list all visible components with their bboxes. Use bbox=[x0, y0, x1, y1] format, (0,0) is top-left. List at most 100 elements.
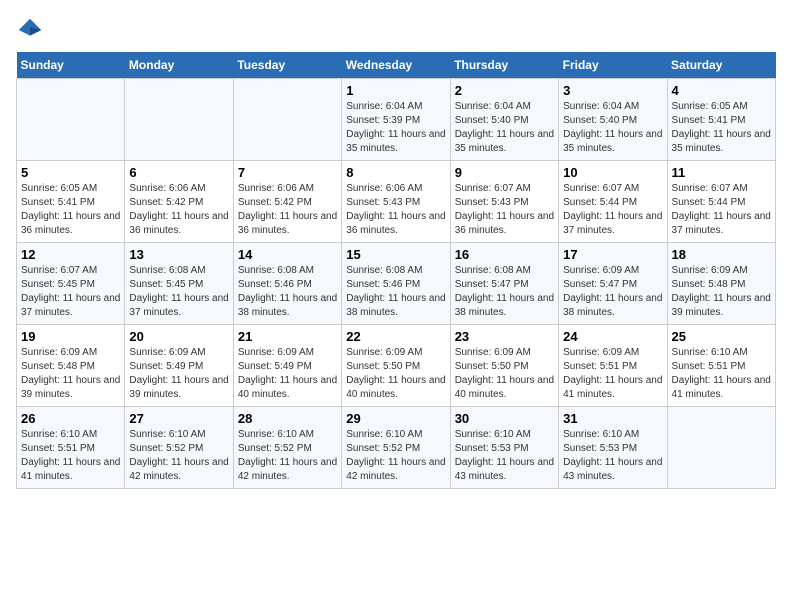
calendar-cell bbox=[233, 79, 341, 161]
day-info: Sunrise: 6:10 AMSunset: 5:52 PMDaylight:… bbox=[346, 428, 445, 484]
day-info: Sunrise: 6:06 AMSunset: 5:42 PMDaylight:… bbox=[129, 182, 228, 238]
calendar-cell: 16 Sunrise: 6:08 AMSunset: 5:47 PMDayligh… bbox=[450, 243, 558, 325]
calendar-cell: 31 Sunrise: 6:10 AMSunset: 5:53 PMDayligh… bbox=[559, 407, 667, 489]
logo-icon bbox=[16, 16, 44, 44]
calendar-cell: 19Sunrise: 6:09 AMSunset: 5:48 PMDayligh… bbox=[17, 325, 125, 407]
day-number: 24 bbox=[563, 329, 662, 344]
day-number: 12 bbox=[21, 247, 120, 262]
calendar-cell bbox=[17, 79, 125, 161]
day-header-saturday: Saturday bbox=[667, 52, 775, 79]
day-info: Sunrise: 6:07 AMSunset: 5:43 PMDaylight:… bbox=[455, 182, 554, 238]
day-info: Sunrise: 6:10 AMSunset: 5:53 PMDaylight:… bbox=[563, 428, 662, 484]
day-header-friday: Friday bbox=[559, 52, 667, 79]
calendar-cell: 6Sunrise: 6:06 AMSunset: 5:42 PMDaylight… bbox=[125, 161, 233, 243]
day-info: Sunrise: 6:07 AMSunset: 5:44 PMDaylight:… bbox=[563, 182, 662, 238]
day-info: Sunrise: 6:08 AMSunset: 5:46 PMDaylight:… bbox=[238, 264, 337, 320]
calendar-cell: 21Sunrise: 6:09 AMSunset: 5:49 PMDayligh… bbox=[233, 325, 341, 407]
day-number: 29 bbox=[346, 411, 445, 426]
calendar-table: SundayMondayTuesdayWednesdayThursdayFrid… bbox=[16, 52, 776, 489]
calendar-cell: 15 Sunrise: 6:08 AMSunset: 5:46 PMDayligh… bbox=[342, 243, 450, 325]
day-number: 25 bbox=[672, 329, 771, 344]
calendar-cell: 28Sunrise: 6:10 AMSunset: 5:52 PMDayligh… bbox=[233, 407, 341, 489]
day-header-thursday: Thursday bbox=[450, 52, 558, 79]
day-number: 21 bbox=[238, 329, 337, 344]
calendar-week-1: 1 Sunrise: 6:04 AMSunset: 5:39 PMDaylight… bbox=[17, 79, 776, 161]
calendar-cell: 4Sunrise: 6:05 AMSunset: 5:41 PMDaylight… bbox=[667, 79, 775, 161]
calendar-cell: 29 Sunrise: 6:10 AMSunset: 5:52 PMDayligh… bbox=[342, 407, 450, 489]
day-number: 16 bbox=[455, 247, 554, 262]
day-info: Sunrise: 6:09 AMSunset: 5:49 PMDaylight:… bbox=[129, 346, 228, 402]
day-info: Sunrise: 6:08 AMSunset: 5:45 PMDaylight:… bbox=[129, 264, 228, 320]
day-number: 22 bbox=[346, 329, 445, 344]
day-number: 8 bbox=[346, 165, 445, 180]
calendar-cell: 5 Sunrise: 6:05 AMSunset: 5:41 PMDaylight… bbox=[17, 161, 125, 243]
calendar-cell: 25 Sunrise: 6:10 AMSunset: 5:51 PMDayligh… bbox=[667, 325, 775, 407]
calendar-cell: 23Sunrise: 6:09 AMSunset: 5:50 PMDayligh… bbox=[450, 325, 558, 407]
day-number: 14 bbox=[238, 247, 337, 262]
calendar-cell: 13 Sunrise: 6:08 AMSunset: 5:45 PMDayligh… bbox=[125, 243, 233, 325]
calendar-cell: 30 Sunrise: 6:10 AMSunset: 5:53 PMDayligh… bbox=[450, 407, 558, 489]
day-info: Sunrise: 6:10 AMSunset: 5:52 PMDaylight:… bbox=[129, 428, 228, 484]
day-number: 18 bbox=[672, 247, 771, 262]
day-number: 4 bbox=[672, 83, 771, 98]
calendar-cell: 22Sunrise: 6:09 AMSunset: 5:50 PMDayligh… bbox=[342, 325, 450, 407]
day-info: Sunrise: 6:09 AMSunset: 5:51 PMDaylight:… bbox=[563, 346, 662, 402]
calendar-cell: 24 Sunrise: 6:09 AMSunset: 5:51 PMDayligh… bbox=[559, 325, 667, 407]
calendar-week-5: 26 Sunrise: 6:10 AMSunset: 5:51 PMDayligh… bbox=[17, 407, 776, 489]
day-info: Sunrise: 6:08 AMSunset: 5:47 PMDaylight:… bbox=[455, 264, 554, 320]
day-header-wednesday: Wednesday bbox=[342, 52, 450, 79]
day-info: Sunrise: 6:07 AMSunset: 5:44 PMDaylight:… bbox=[672, 182, 771, 238]
calendar-week-2: 5 Sunrise: 6:05 AMSunset: 5:41 PMDaylight… bbox=[17, 161, 776, 243]
day-number: 30 bbox=[455, 411, 554, 426]
calendar-cell: 2Sunrise: 6:04 AMSunset: 5:40 PMDaylight… bbox=[450, 79, 558, 161]
day-info: Sunrise: 6:10 AMSunset: 5:51 PMDaylight:… bbox=[672, 346, 771, 402]
calendar-cell: 27 Sunrise: 6:10 AMSunset: 5:52 PMDayligh… bbox=[125, 407, 233, 489]
calendar-body: 1 Sunrise: 6:04 AMSunset: 5:39 PMDaylight… bbox=[17, 79, 776, 489]
day-number: 5 bbox=[21, 165, 120, 180]
logo bbox=[16, 16, 48, 44]
day-number: 3 bbox=[563, 83, 662, 98]
day-number: 15 bbox=[346, 247, 445, 262]
day-header-tuesday: Tuesday bbox=[233, 52, 341, 79]
day-number: 27 bbox=[129, 411, 228, 426]
day-number: 17 bbox=[563, 247, 662, 262]
calendar-cell: 17 Sunrise: 6:09 AMSunset: 5:47 PMDayligh… bbox=[559, 243, 667, 325]
calendar-cell: 14 Sunrise: 6:08 AMSunset: 5:46 PMDayligh… bbox=[233, 243, 341, 325]
calendar-cell: 11 Sunrise: 6:07 AMSunset: 5:44 PMDayligh… bbox=[667, 161, 775, 243]
day-number: 23 bbox=[455, 329, 554, 344]
calendar-header: SundayMondayTuesdayWednesdayThursdayFrid… bbox=[17, 52, 776, 79]
day-number: 13 bbox=[129, 247, 228, 262]
calendar-cell: 8 Sunrise: 6:06 AMSunset: 5:43 PMDaylight… bbox=[342, 161, 450, 243]
calendar-cell: 1 Sunrise: 6:04 AMSunset: 5:39 PMDaylight… bbox=[342, 79, 450, 161]
calendar-cell: 18 Sunrise: 6:09 AMSunset: 5:48 PMDayligh… bbox=[667, 243, 775, 325]
calendar-cell bbox=[667, 407, 775, 489]
day-info: Sunrise: 6:10 AMSunset: 5:53 PMDaylight:… bbox=[455, 428, 554, 484]
day-number: 31 bbox=[563, 411, 662, 426]
calendar-cell: 20 Sunrise: 6:09 AMSunset: 5:49 PMDayligh… bbox=[125, 325, 233, 407]
calendar-cell: 26 Sunrise: 6:10 AMSunset: 5:51 PMDayligh… bbox=[17, 407, 125, 489]
day-header-sunday: Sunday bbox=[17, 52, 125, 79]
day-info: Sunrise: 6:05 AMSunset: 5:41 PMDaylight:… bbox=[21, 182, 120, 238]
day-info: Sunrise: 6:07 AMSunset: 5:45 PMDaylight:… bbox=[21, 264, 120, 320]
day-info: Sunrise: 6:09 AMSunset: 5:48 PMDaylight:… bbox=[21, 346, 120, 402]
day-info: Sunrise: 6:10 AMSunset: 5:52 PMDaylight:… bbox=[238, 428, 337, 484]
day-number: 1 bbox=[346, 83, 445, 98]
day-number: 9 bbox=[455, 165, 554, 180]
day-info: Sunrise: 6:04 AMSunset: 5:40 PMDaylight:… bbox=[563, 100, 662, 156]
day-number: 10 bbox=[563, 165, 662, 180]
day-info: Sunrise: 6:10 AMSunset: 5:51 PMDaylight:… bbox=[21, 428, 120, 484]
day-number: 20 bbox=[129, 329, 228, 344]
calendar-week-3: 12 Sunrise: 6:07 AMSunset: 5:45 PMDayligh… bbox=[17, 243, 776, 325]
day-info: Sunrise: 6:04 AMSunset: 5:40 PMDaylight:… bbox=[455, 100, 554, 156]
calendar-cell: 12 Sunrise: 6:07 AMSunset: 5:45 PMDayligh… bbox=[17, 243, 125, 325]
day-info: Sunrise: 6:09 AMSunset: 5:48 PMDaylight:… bbox=[672, 264, 771, 320]
day-header-monday: Monday bbox=[125, 52, 233, 79]
calendar-cell: 10 Sunrise: 6:07 AMSunset: 5:44 PMDayligh… bbox=[559, 161, 667, 243]
day-info: Sunrise: 6:09 AMSunset: 5:47 PMDaylight:… bbox=[563, 264, 662, 320]
day-info: Sunrise: 6:06 AMSunset: 5:43 PMDaylight:… bbox=[346, 182, 445, 238]
day-number: 11 bbox=[672, 165, 771, 180]
day-info: Sunrise: 6:08 AMSunset: 5:46 PMDaylight:… bbox=[346, 264, 445, 320]
day-info: Sunrise: 6:04 AMSunset: 5:39 PMDaylight:… bbox=[346, 100, 445, 156]
day-number: 26 bbox=[21, 411, 120, 426]
day-info: Sunrise: 6:06 AMSunset: 5:42 PMDaylight:… bbox=[238, 182, 337, 238]
